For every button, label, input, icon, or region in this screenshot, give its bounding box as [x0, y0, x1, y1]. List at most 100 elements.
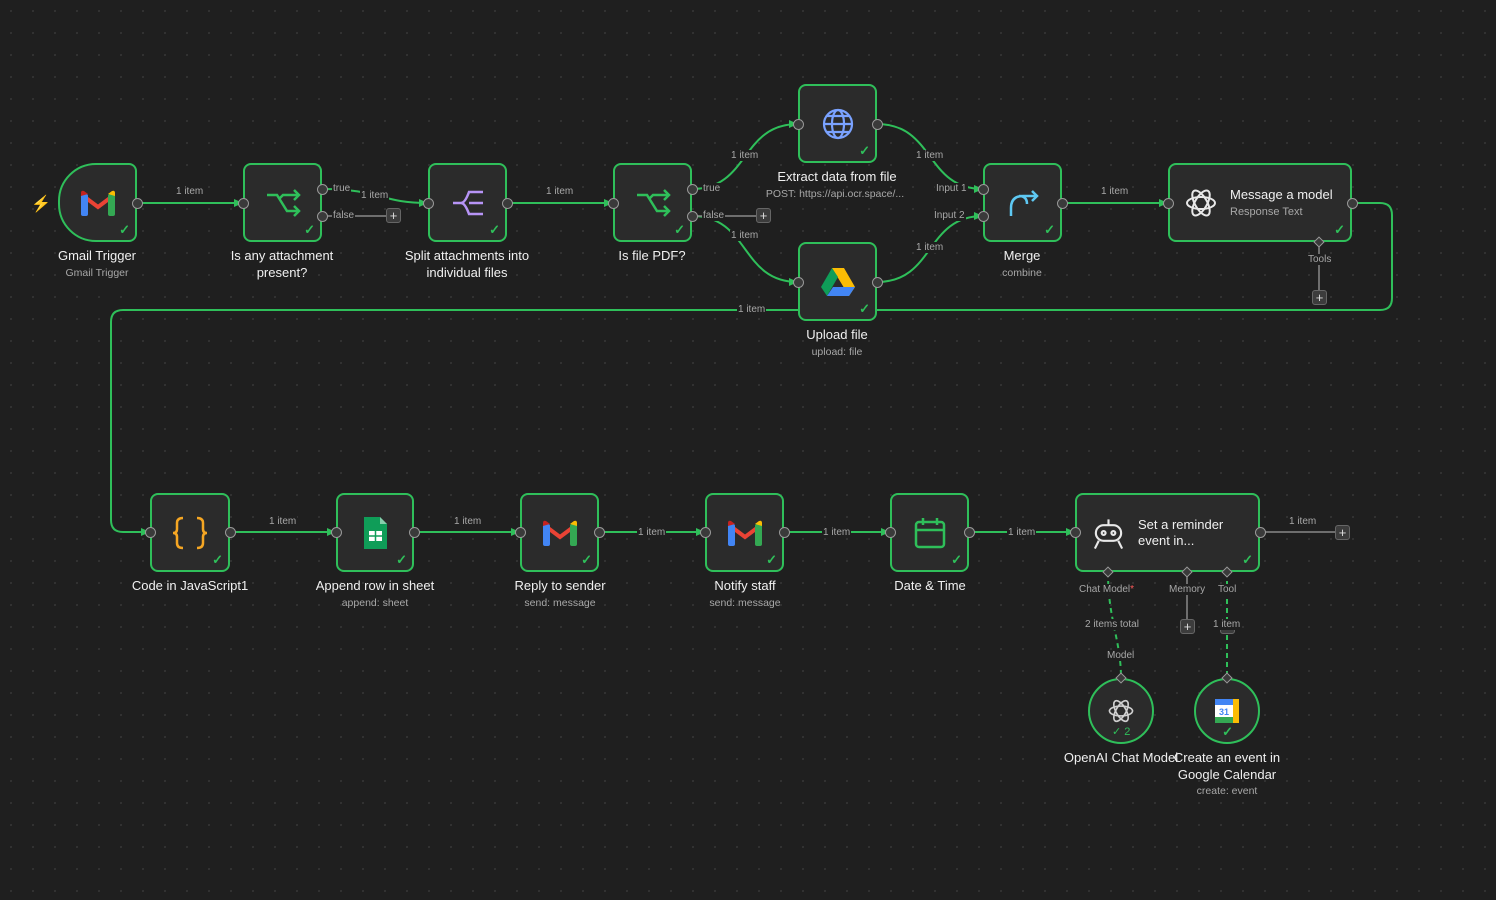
output-port[interactable]: [871, 118, 883, 130]
items-total-label: 2 items total: [1084, 619, 1140, 630]
output-port[interactable]: [131, 197, 143, 209]
node-message-model[interactable]: Message a model Response Text ✓: [1168, 163, 1352, 242]
output-port-true[interactable]: [316, 183, 328, 195]
google-sheets-icon: [364, 516, 387, 549]
edge-item-count: 1 item: [545, 186, 575, 197]
output-port[interactable]: [1056, 197, 1068, 209]
node-split-attachments[interactable]: ✓: [428, 163, 507, 242]
output-port[interactable]: [871, 276, 883, 288]
input-port[interactable]: [607, 197, 619, 209]
output-port[interactable]: [1346, 197, 1358, 209]
success-check-icon: ✓: [1222, 724, 1233, 739]
input-port[interactable]: [1069, 526, 1081, 538]
node-merge[interactable]: ✓: [983, 163, 1062, 242]
node-label: Is any attachment present?: [230, 248, 334, 280]
google-drive-icon: [820, 267, 855, 296]
node-sublabel: Gmail Trigger: [65, 267, 129, 279]
add-tool-button[interactable]: +: [1312, 290, 1327, 305]
node-if-attachment[interactable]: ✓: [243, 163, 322, 242]
success-check-icon: ✓: [859, 301, 870, 316]
output-port[interactable]: [224, 526, 236, 538]
node-append-row[interactable]: ✓: [336, 493, 414, 572]
add-node-button[interactable]: +: [386, 208, 401, 223]
node-label: Reply to sender: [514, 578, 606, 593]
node-set-reminder[interactable]: Set a reminder event in... ✓: [1075, 493, 1260, 572]
success-check-icon: ✓: [951, 552, 962, 567]
output-port[interactable]: [1254, 526, 1266, 538]
edge-item-count: 1 item: [1100, 186, 1130, 197]
output-port[interactable]: [778, 526, 790, 538]
node-extract-data[interactable]: ✓: [798, 84, 877, 163]
input-port[interactable]: [699, 526, 711, 538]
output-port[interactable]: [593, 526, 605, 538]
input-port[interactable]: [792, 118, 804, 130]
success-check-icon: ✓: [1242, 552, 1253, 567]
edge-item-count: 1 item: [737, 304, 767, 315]
gmail-icon: [80, 190, 115, 216]
input-port[interactable]: [1162, 197, 1174, 209]
input-port[interactable]: [237, 197, 249, 209]
node-openai-chat-model[interactable]: ✓ 2: [1088, 678, 1154, 744]
node-date-time[interactable]: ✓: [890, 493, 969, 572]
calendar-icon: [914, 517, 945, 548]
node-create-calendar-event[interactable]: 31 ✓: [1194, 678, 1260, 744]
output-port[interactable]: [963, 526, 975, 538]
node-reply-sender[interactable]: ✓: [520, 493, 599, 572]
success-check-icon: ✓: [581, 552, 592, 567]
success-check-icon: ✓: [766, 552, 777, 567]
node-code-js[interactable]: ✓: [150, 493, 230, 572]
output-port-true[interactable]: [686, 183, 698, 195]
split-out-icon: [452, 190, 483, 215]
input-port[interactable]: [514, 526, 526, 538]
merge-input-2-label: Input 2: [933, 210, 966, 221]
input-port-2[interactable]: [977, 210, 989, 222]
node-label: Upload file: [806, 327, 868, 342]
success-check-icon: ✓: [1044, 222, 1055, 237]
google-calendar-icon: 31: [1215, 699, 1239, 723]
input-port[interactable]: [330, 526, 342, 538]
node-sublabel: POST: https://api.ocr.space/...: [765, 188, 905, 200]
add-node-button[interactable]: +: [756, 208, 771, 223]
output-port[interactable]: [501, 197, 513, 209]
input-port[interactable]: [884, 526, 896, 538]
success-check-icon: ✓: [396, 552, 407, 567]
success-check-icon: ✓: [212, 552, 223, 567]
bolt-icon: ⚡: [31, 196, 51, 213]
branch-true-label: true: [702, 183, 722, 194]
svg-text:31: 31: [1219, 707, 1229, 717]
output-port[interactable]: [408, 526, 420, 538]
node-sublabel: create: event: [1196, 785, 1258, 797]
merge-icon: [1009, 189, 1039, 216]
edge-item-count: 1 item: [730, 230, 760, 241]
success-check-icon: ✓: [489, 222, 500, 237]
node-gmail-trigger[interactable]: ✓: [58, 163, 137, 242]
node-label: Extract data from file: [777, 169, 897, 184]
code-braces-icon: [172, 516, 208, 549]
node-upload-file[interactable]: ✓: [798, 242, 877, 321]
input-port-1[interactable]: [977, 183, 989, 195]
edge-item-count: 1 item: [637, 527, 667, 538]
edge-item-count: 1 item: [1212, 619, 1242, 630]
success-check-icon: ✓: [1334, 222, 1345, 237]
if-branch-icon: [266, 188, 301, 217]
input-port[interactable]: [144, 526, 156, 538]
output-port-false[interactable]: [316, 210, 328, 222]
merge-input-1-label: Input 1: [935, 183, 968, 194]
node-sublabel: append: sheet: [341, 597, 409, 609]
node-notify-staff[interactable]: ✓: [705, 493, 784, 572]
add-node-button[interactable]: +: [1335, 525, 1350, 540]
robot-icon: [1093, 518, 1124, 549]
memory-label: Memory: [1168, 584, 1207, 595]
edge-item-count: 1 item: [915, 150, 945, 161]
tool-label: Tool: [1217, 584, 1238, 595]
output-port-false[interactable]: [686, 210, 698, 222]
openai-icon: [1108, 699, 1134, 723]
node-if-pdf[interactable]: ✓: [613, 163, 692, 242]
input-port[interactable]: [792, 276, 804, 288]
add-memory-button[interactable]: +: [1180, 619, 1195, 634]
model-label: Model: [1106, 650, 1136, 661]
node-label: Code in JavaScript1: [131, 578, 249, 593]
node-label: Date & Time: [894, 578, 966, 593]
node-subtitle: Response Text: [1230, 206, 1303, 218]
input-port[interactable]: [422, 197, 434, 209]
